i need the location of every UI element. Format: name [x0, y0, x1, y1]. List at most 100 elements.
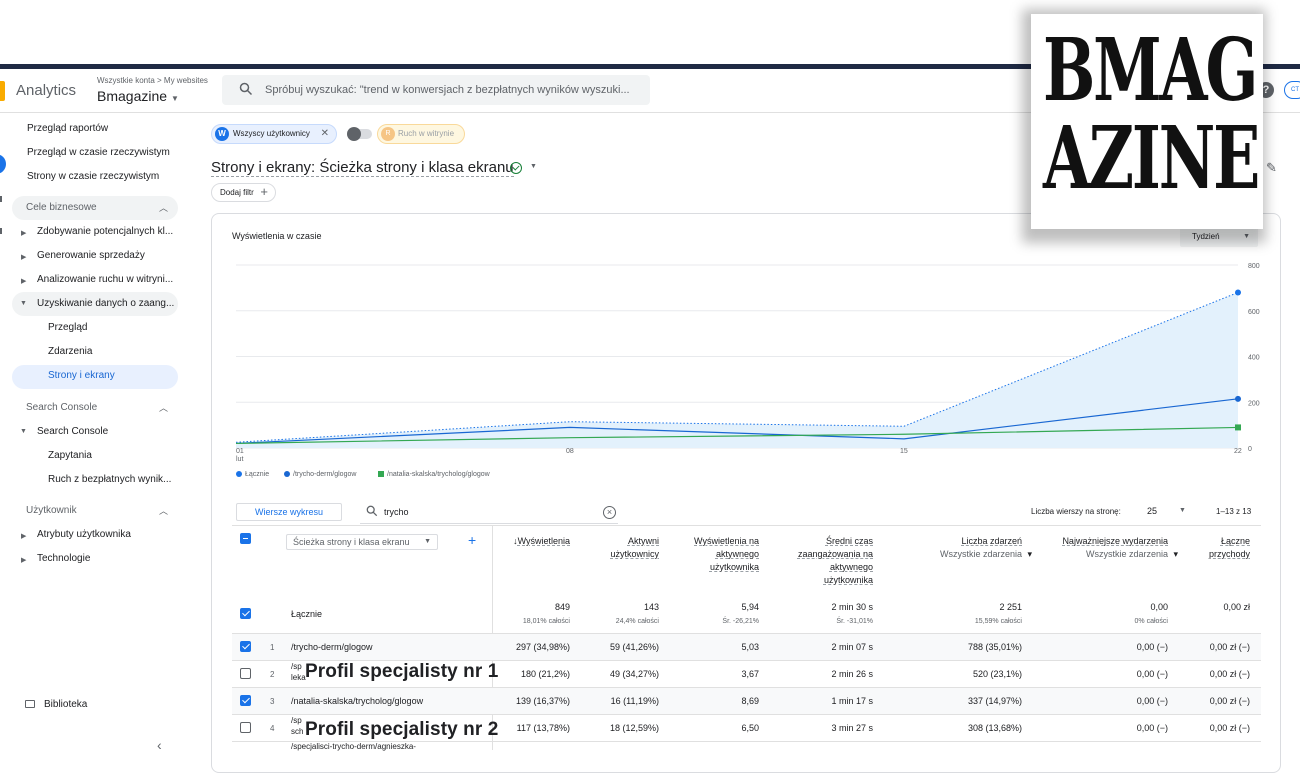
x-tick-label: 08	[566, 448, 574, 455]
search-underline	[360, 523, 618, 524]
add-dimension-icon[interactable]: +	[468, 532, 476, 548]
search-icon	[366, 505, 378, 517]
x-tick-label: 01	[236, 448, 244, 455]
brand-logo: BMAG AZINE	[1031, 14, 1263, 229]
row-value: 2 min 26 s	[831, 669, 873, 679]
row-checkbox[interactable]	[240, 722, 251, 733]
row-path-line2[interactable]: sch	[291, 727, 303, 736]
dimension-label: Ścieżka strony i klasa ekranu	[293, 537, 410, 547]
brand-logo-line2: AZINE	[1043, 108, 1260, 209]
column-header-line: Aktywni	[627, 536, 659, 546]
legend-item[interactable]: /natalia-skalska/trycholog/glogow	[378, 471, 490, 478]
row-value: 337 (14,97%)	[967, 696, 1022, 706]
column-header[interactable]: Łączne przychody	[1209, 535, 1250, 561]
clear-icon[interactable]: ×	[603, 506, 616, 519]
legend-label: /natalia-skalska/trycholog/glogow	[387, 471, 490, 478]
total-value: 143	[643, 602, 659, 612]
caret-down-icon[interactable]: ▼	[1179, 507, 1186, 514]
column-header-line: aktywnego	[829, 562, 873, 572]
column-header-line: Łączne	[1220, 536, 1250, 546]
row-value: 8,69	[741, 696, 759, 706]
row-number: 4	[270, 724, 275, 733]
row-value: 2 min 07 s	[831, 642, 873, 652]
y-tick-label: 600	[1248, 309, 1260, 316]
total-value: 5,94	[741, 602, 759, 612]
row-value: 788 (35,01%)	[967, 642, 1022, 652]
row-path[interactable]: /sp	[291, 716, 302, 725]
row-value: 308 (13,68%)	[967, 723, 1022, 733]
row-checkbox[interactable]	[240, 668, 251, 679]
rows-per-page-label: Liczba wierszy na stronę:	[1031, 507, 1121, 516]
column-header-line: użytkownika	[823, 575, 873, 585]
row-value: 0,00 (−)	[1136, 696, 1168, 706]
total-value: 2 min 30 s	[831, 602, 873, 612]
column-header[interactable]: Najważniejsze wydarzenia Wszystkie zdarze…	[1062, 535, 1178, 561]
plot-rows-button[interactable]: Wiersze wykresu	[236, 503, 342, 521]
caret-down-icon: ▼	[424, 538, 431, 545]
series-end-marker	[1235, 395, 1241, 402]
total-value: 849	[554, 602, 570, 612]
brand-logo-line1: BMAG	[1043, 20, 1258, 121]
row-path[interactable]: /trycho-derm/glogow	[291, 642, 373, 652]
row-path[interactable]: /sp	[291, 662, 302, 671]
row-value: 0,00 (−)	[1136, 669, 1168, 679]
row-value: 520 (23,1%)	[972, 669, 1022, 679]
row-number: 1	[270, 643, 275, 652]
row-value: 0,00 zł (−)	[1209, 642, 1250, 652]
legend-marker	[236, 471, 242, 478]
column-header-line: użytkownicy	[610, 549, 659, 559]
row-value: 5,03	[741, 642, 759, 652]
row-number: 3	[270, 697, 275, 706]
total-row-checkbox[interactable]	[240, 608, 251, 619]
total-value: 0,00 zł	[1223, 602, 1250, 612]
column-header-line: Wyświetlenia	[517, 536, 570, 546]
row-value: 0,00 (−)	[1136, 723, 1168, 733]
select-all-checkbox[interactable]	[240, 533, 251, 544]
total-subvalue: 18,01% całości	[522, 618, 570, 625]
column-header-line: użytkownika	[709, 562, 759, 572]
row-value: 16 (11,19%)	[610, 696, 659, 706]
caret-down-icon: ▾	[1173, 549, 1178, 559]
row-value: 0,00 (−)	[1136, 642, 1168, 652]
row-number: 2	[270, 670, 275, 679]
row-value: 180 (21,2%)	[520, 669, 570, 679]
y-tick-label: 0	[1248, 446, 1252, 453]
pagination-range: 1–13 z 13	[1216, 507, 1252, 516]
column-header[interactable]: Aktywni użytkownicy	[610, 535, 659, 561]
column-header[interactable]: Średni czas zaangażowania na aktywnego użyt…	[798, 535, 873, 587]
rows-per-page-select[interactable]: 25	[1147, 506, 1157, 516]
row-value: 0,00 zł (−)	[1209, 696, 1250, 706]
column-header[interactable]: Liczba zdarzeń Wszystkie zdarzenia ▾	[940, 535, 1032, 561]
row-value: 0,00 zł (−)	[1209, 723, 1250, 733]
series-end-marker	[1235, 424, 1241, 431]
dimension-select[interactable]: Ścieżka strony i klasa ekranu ▼	[286, 534, 438, 550]
caret-down-icon: ▾	[1027, 549, 1032, 559]
column-header-line: aktywnego	[715, 549, 759, 559]
table-search-input[interactable]: trycho	[384, 507, 409, 517]
column-header-line: Średni czas	[825, 536, 873, 546]
row-value: 117 (13,78%)	[516, 723, 570, 733]
column-header[interactable]: ↓ Wyświetlenia	[513, 535, 570, 548]
total-subvalue: 24,4% całości	[615, 618, 659, 625]
row-checkbox[interactable]	[240, 695, 251, 706]
column-header[interactable]: Wyświetlenia na aktywnego użytkownika	[694, 535, 759, 574]
legend-marker	[378, 471, 384, 478]
annotation-label: Profil specjalisty nr 1	[305, 661, 499, 682]
legend-item[interactable]: Łącznie	[236, 471, 269, 478]
total-subvalue: 15,59% całości	[974, 618, 1022, 625]
row-value: 3,67	[741, 669, 759, 679]
column-header-line: Wszystkie zdarzenia	[1085, 549, 1168, 559]
row-checkbox[interactable]	[240, 641, 251, 652]
legend-item[interactable]: /trycho-derm/glogow	[284, 471, 356, 478]
y-tick-label: 200	[1248, 400, 1260, 407]
series-end-marker	[1235, 289, 1241, 296]
legend-label: Łącznie	[245, 471, 270, 478]
row-path[interactable]: /natalia-skalska/trycholog/glogow	[291, 696, 423, 706]
x-tick-label: 15	[900, 448, 908, 455]
row-path-line2[interactable]: leka	[291, 673, 306, 682]
column-header-line: zaangażowania na	[797, 549, 873, 559]
total-value: 0,00	[1150, 602, 1168, 612]
series-area	[236, 292, 1238, 448]
table-divider	[232, 525, 1261, 526]
row-value: 139 (16,37%)	[515, 696, 570, 706]
